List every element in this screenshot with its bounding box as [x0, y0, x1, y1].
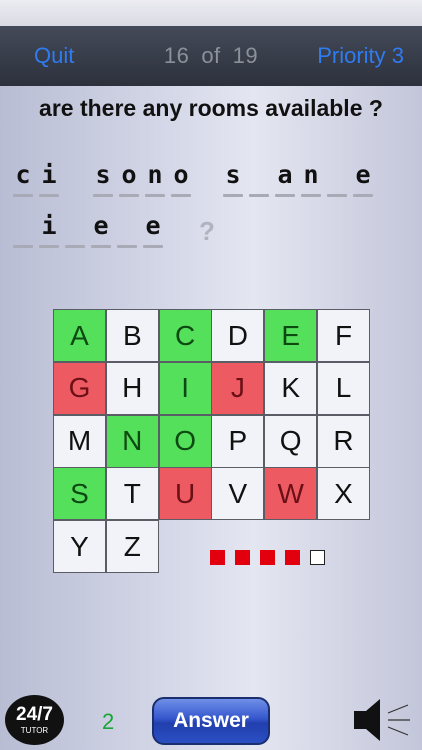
letter-key-p[interactable]: P [211, 414, 265, 468]
puzzle-slot: s [92, 160, 114, 200]
life-box [210, 550, 225, 565]
puzzle-slot [12, 211, 34, 251]
letter-key-b[interactable]: B [105, 309, 159, 362]
question-text: are there any rooms available ? [39, 95, 383, 121]
letter-key-k[interactable]: K [264, 361, 318, 415]
puzzle-slot [248, 160, 270, 200]
letter-key-e[interactable]: E [264, 309, 318, 362]
life-box [310, 550, 325, 565]
letter-key-o[interactable]: O [158, 414, 212, 468]
puzzle-line-2: iee [12, 211, 172, 251]
letter-key-d[interactable]: D [211, 309, 265, 362]
hint-count: 2 [102, 709, 115, 734]
priority-button[interactable]: Priority 3 [317, 43, 404, 69]
letter-key-g[interactable]: G [53, 361, 106, 415]
puzzle-line-1: cisonosane [12, 160, 392, 200]
letter-key-j[interactable]: J [211, 361, 265, 415]
progress-of: of [201, 43, 221, 68]
speaker-icon[interactable] [350, 695, 412, 745]
unknown-word-mark: ? [199, 216, 215, 246]
letter-key-x[interactable]: X [317, 467, 370, 521]
puzzle-slot [116, 211, 138, 251]
letter-key-m[interactable]: M [53, 414, 106, 468]
letter-key-z[interactable]: Z [105, 520, 159, 574]
logo-sub-text: TUTOR [20, 726, 49, 735]
letter-grid: ABCDEF GHIJKL MNOPQR STUVWX YZ [53, 309, 370, 574]
letter-key-r[interactable]: R [317, 414, 370, 468]
puzzle-slot: e [90, 211, 112, 251]
puzzle-slot: i [38, 160, 60, 200]
puzzle-slot: c [12, 160, 34, 200]
status-bar [0, 0, 422, 26]
puzzle-slot: n [144, 160, 166, 200]
letter-key-u[interactable]: U [158, 467, 212, 521]
current-question: 16 [163, 43, 190, 68]
answer-button[interactable]: Answer [152, 697, 270, 745]
letter-key-w[interactable]: W [264, 467, 318, 521]
puzzle-slot: a [274, 160, 296, 200]
letter-key-q[interactable]: Q [264, 414, 318, 468]
life-box [260, 550, 275, 565]
letter-key-s[interactable]: S [53, 467, 106, 521]
letter-key-y[interactable]: Y [53, 520, 106, 574]
puzzle-slot: e [142, 211, 164, 251]
puzzle-slot: o [170, 160, 192, 200]
letter-key-a[interactable]: A [53, 309, 106, 362]
letter-key-h[interactable]: H [105, 361, 159, 415]
logo-main-text: 24/7 [16, 704, 53, 725]
puzzle-slot [326, 160, 348, 200]
letter-key-f[interactable]: F [317, 309, 370, 362]
puzzle-slot: o [118, 160, 140, 200]
life-box [285, 550, 300, 565]
puzzle-slot: s [222, 160, 244, 200]
letter-key-t[interactable]: T [105, 467, 159, 521]
letter-key-n[interactable]: N [105, 414, 159, 468]
puzzle-slot: n [300, 160, 322, 200]
letter-key-i[interactable]: I [158, 361, 212, 415]
tutor-logo[interactable]: 24/7 TUTOR [5, 695, 64, 745]
letter-key-c[interactable]: C [158, 309, 212, 362]
puzzle-slot: e [352, 160, 374, 200]
total-questions: 19 [232, 43, 259, 68]
letter-key-v[interactable]: V [211, 467, 265, 521]
letter-key-l[interactable]: L [317, 361, 370, 415]
puzzle-slot [64, 211, 86, 251]
life-box [235, 550, 250, 565]
puzzle-slot: i [38, 211, 60, 251]
